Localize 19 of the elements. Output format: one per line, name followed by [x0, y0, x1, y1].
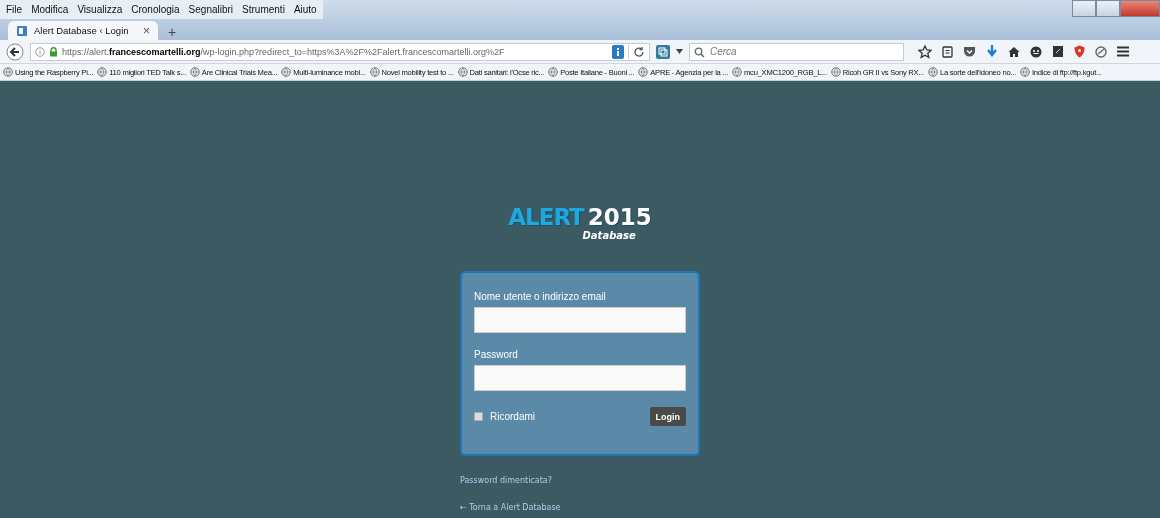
password-label: Password [474, 349, 519, 360]
link[interactable]: ← Torna a Alert Database [460, 503, 561, 512]
menu-item[interactable]: File [6, 4, 23, 15]
search-field[interactable]: Cerca [689, 42, 904, 61]
menu-item[interactable]: Aiuto [293, 4, 317, 15]
username-label: Nome utente o indirizzo email [474, 291, 607, 302]
menu-item[interactable]: Cronologia [131, 4, 180, 15]
remember-label: Ricordami [490, 411, 535, 422]
logo: ALERT 2015 Database [508, 204, 652, 241]
address-bar[interactable]: https://alert.francescomartelli.org/wp-login.php?redirect_to=https%3A%2F%2Falert.francescomartelli.org%2F [30, 42, 650, 61]
new-tab-button[interactable]: + [162, 24, 183, 40]
login-button[interactable]: Login [649, 407, 686, 426]
menu-item[interactable]: Modifica [31, 4, 69, 15]
menu-item[interactable]: Visualizza [77, 4, 123, 15]
link[interactable]: Password dimenticata? [460, 476, 552, 485]
menu-item[interactable]: Segnalibri [188, 4, 234, 15]
menu-item[interactable]: Strumenti [242, 4, 285, 15]
tab-close-button[interactable]: × [143, 23, 150, 38]
browser-tab[interactable]: Alert Database ‹ Login × [8, 21, 158, 40]
